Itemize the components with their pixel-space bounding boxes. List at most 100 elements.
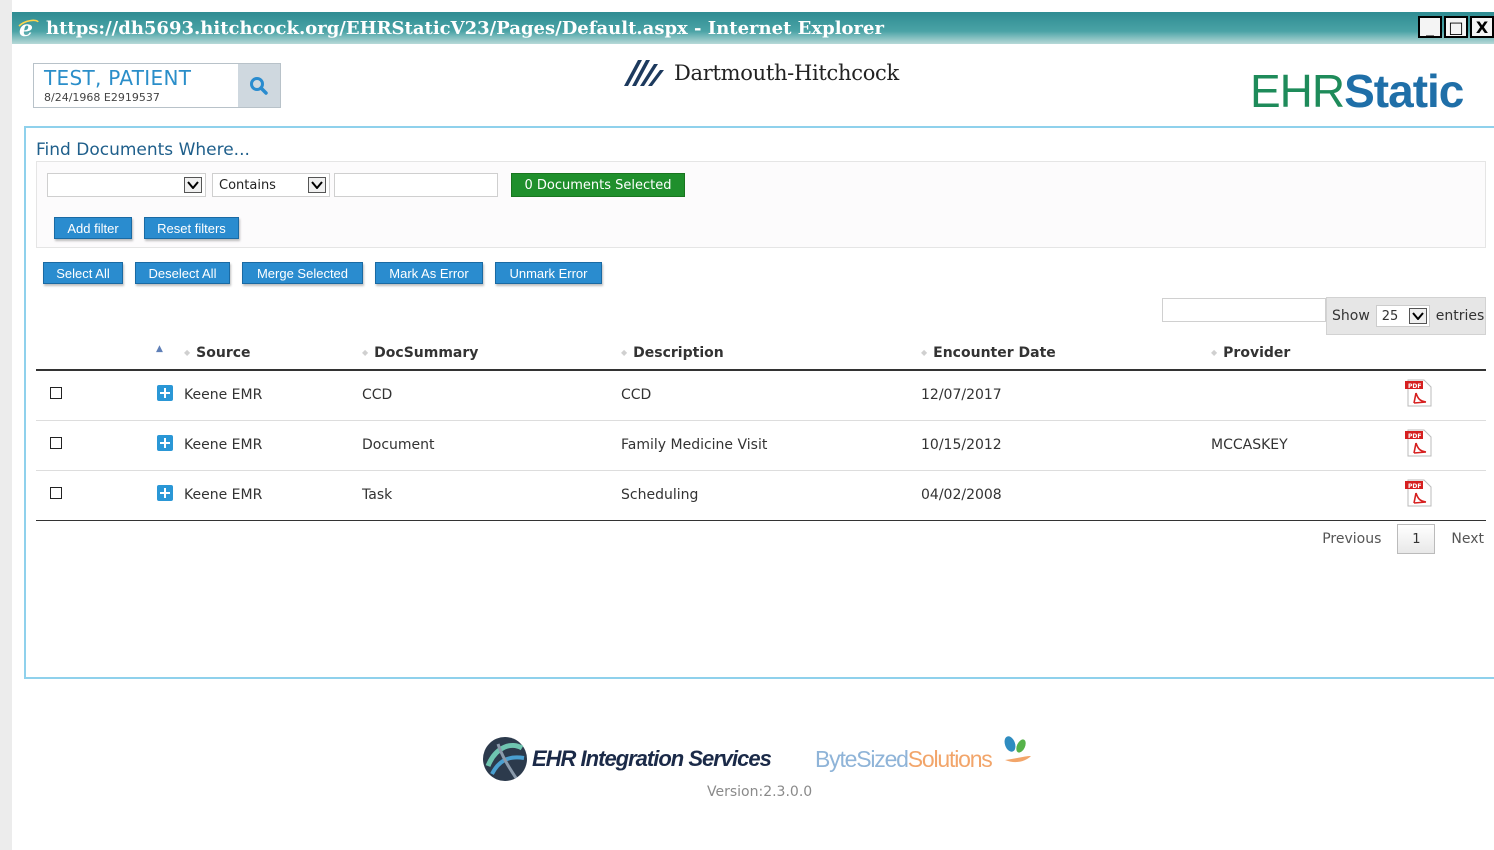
table-row: Keene EMR CCD CCD 12/07/2017 PDF [36, 370, 1486, 421]
documents-panel: Find Documents Where... Contains 0 Docum… [24, 126, 1494, 679]
table-header-row: ▲ ◆ Source ◆ DocSummary ◆ Description ◆ Enco… [36, 336, 1486, 371]
pdf-icon[interactable]: PDF [1404, 429, 1434, 461]
documents-table: ▲ ◆ Source ◆ DocSummary ◆ Description ◆ Enco… [36, 336, 1486, 521]
patient-dob: 8/24/1968 [44, 91, 101, 104]
next-page-link[interactable]: Next [1451, 531, 1484, 547]
mark-as-error-button[interactable]: Mark As Error [375, 262, 483, 284]
cell-docsummary: CCD [362, 370, 621, 421]
search-icon [250, 76, 268, 95]
bss-logo-part-b: Solutions [907, 746, 993, 772]
sort-icon: ◆ [921, 347, 928, 357]
column-header-provider[interactable]: ◆ Provider [1211, 336, 1386, 371]
expand-column-header[interactable]: ▲ [96, 336, 184, 371]
pdf-icon[interactable]: PDF [1404, 479, 1434, 511]
filter-area: Contains 0 Documents Selected Add filter… [36, 161, 1486, 248]
ehr-logo-part: EHR [1250, 65, 1345, 117]
deselect-all-button[interactable]: Deselect All [135, 262, 230, 284]
eis-logo-text: EHR Integration Services [532, 746, 772, 771]
svg-text:PDF: PDF [1408, 483, 1421, 490]
table-row: Keene EMR Task Scheduling 04/02/2008 PDF [36, 470, 1486, 521]
patient-search-button[interactable] [238, 64, 280, 107]
show-label: Show [1332, 308, 1370, 324]
bss-logo-part-a: ByteSized [815, 746, 909, 772]
find-documents-heading: Find Documents Where... [36, 140, 250, 160]
unmark-error-button[interactable]: Unmark Error [495, 262, 602, 284]
dartmouth-hitchcock-logo: Dartmouth-Hitchcock [622, 58, 899, 88]
pagination: Previous 1 Next [1322, 524, 1484, 554]
cell-provider [1211, 470, 1386, 521]
add-filter-button[interactable]: Add filter [54, 217, 132, 239]
browser-titlebar: e https://dh5693.hitchcock.org/EHRStatic… [12, 12, 1494, 44]
column-header-source[interactable]: ◆ Source [184, 336, 362, 371]
reset-filters-button[interactable]: Reset filters [144, 217, 239, 239]
cell-description: Scheduling [621, 470, 921, 521]
documents-selected-badge: 0 Documents Selected [511, 173, 685, 197]
leaf-icon [1004, 736, 1031, 763]
expand-row-icon[interactable] [157, 485, 173, 501]
cell-encounter-date: 04/02/2008 [921, 470, 1211, 521]
select-all-button[interactable]: Select All [43, 262, 123, 284]
column-header-docsummary[interactable]: ◆ DocSummary [362, 336, 621, 371]
ehr-integration-services-logo: EHR Integration Services [482, 736, 772, 782]
chevron-down-icon [308, 177, 326, 193]
version-label: Version:2.3.0.0 [707, 784, 813, 800]
minimize-button[interactable]: _ [1418, 16, 1442, 38]
svg-text:PDF: PDF [1408, 433, 1421, 440]
cell-description: CCD [621, 370, 921, 421]
table-search-input[interactable] [1162, 298, 1326, 322]
page-1-button[interactable]: 1 [1397, 524, 1436, 554]
row-checkbox[interactable] [50, 437, 62, 449]
chevron-down-icon [184, 177, 202, 193]
expand-row-icon[interactable] [157, 385, 173, 402]
cell-provider [1211, 370, 1386, 421]
cell-docsummary: Document [362, 420, 621, 471]
page-length-control: Show 25 entries [1326, 297, 1486, 335]
sort-icon: ◆ [1211, 347, 1218, 357]
dh-stripes-icon [624, 60, 664, 86]
cell-encounter-date: 12/07/2017 [921, 370, 1211, 421]
entries-label: entries [1435, 308, 1485, 324]
patient-details: 8/24/1968 E2919537 [44, 91, 228, 105]
close-button[interactable]: X [1470, 16, 1494, 38]
filter-operator-select[interactable]: Contains [212, 173, 330, 197]
sort-icon: ◆ [184, 347, 191, 357]
column-header-encounter-date[interactable]: ◆ Encounter Date [921, 336, 1211, 371]
globe-icon [483, 737, 527, 781]
sort-icon: ◆ [362, 347, 369, 357]
merge-selected-button[interactable]: Merge Selected [242, 262, 363, 284]
filter-field-select[interactable] [47, 173, 206, 197]
static-logo-part: Static [1344, 65, 1464, 117]
column-header-description[interactable]: ◆ Description [621, 336, 921, 371]
row-checkbox[interactable] [50, 387, 62, 400]
row-checkbox[interactable] [50, 487, 62, 499]
filter-operator-value: Contains [219, 177, 276, 193]
filter-value-input[interactable] [334, 173, 498, 197]
internet-explorer-icon: e [16, 16, 40, 40]
page-length-select[interactable]: 25 [1375, 305, 1430, 327]
maximize-button[interactable]: □ [1444, 16, 1468, 38]
pdf-column-header [1386, 336, 1486, 371]
patient-info: TEST, PATIENT 8/24/1968 E2919537 [34, 64, 238, 107]
cell-docsummary: Task [362, 470, 621, 521]
select-column-header [36, 336, 96, 371]
chevron-down-icon [1408, 308, 1427, 324]
patient-name: TEST, PATIENT [44, 66, 192, 90]
window-controls: _ □ X [1416, 16, 1494, 38]
patient-mrn: E2919537 [103, 91, 160, 104]
footer-logos: EHR Integration Services ByteSizedSoluti… [482, 734, 1042, 786]
previous-page-link[interactable]: Previous [1322, 531, 1381, 547]
cell-encounter-date: 10/15/2012 [921, 420, 1211, 471]
sort-icon: ◆ [621, 347, 628, 357]
cell-description: Family Medicine Visit [621, 420, 921, 471]
cell-source: Keene EMR [184, 470, 362, 521]
expand-row-icon[interactable] [157, 435, 173, 451]
ehrstatic-logo: EHRStatic [1250, 62, 1464, 120]
pdf-icon[interactable]: PDF [1404, 379, 1434, 411]
cell-source: Keene EMR [184, 370, 362, 421]
page-length-value: 25 [1381, 308, 1399, 324]
table-row: Keene EMR Document Family Medicine Visit… [36, 420, 1486, 471]
sort-asc-icon: ▲ [156, 344, 163, 354]
cell-provider: MCCASKEY [1211, 420, 1386, 471]
patient-banner: TEST, PATIENT 8/24/1968 E2919537 [33, 63, 281, 108]
dh-logo-text: Dartmouth-Hitchcock [674, 61, 899, 85]
